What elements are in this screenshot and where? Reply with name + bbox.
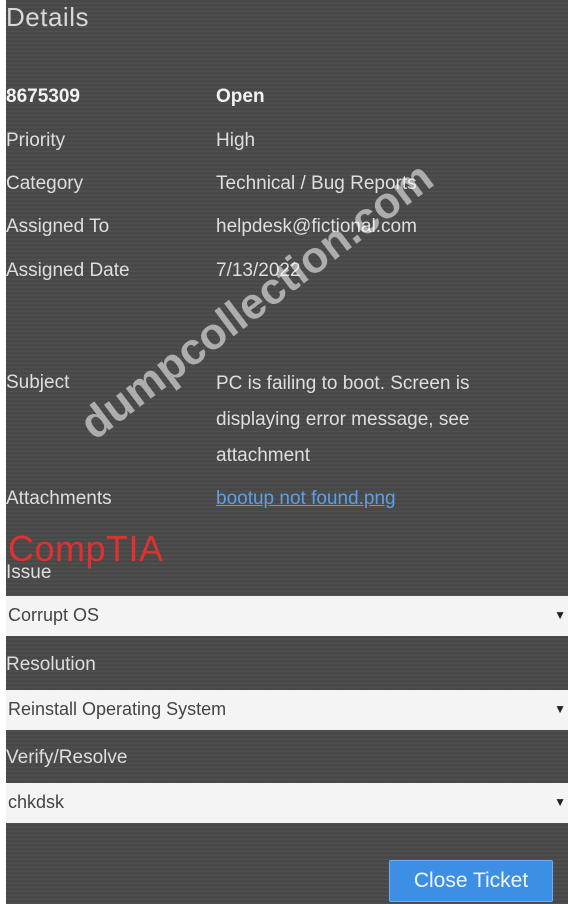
ticket-number: 8675309 bbox=[6, 86, 80, 107]
panel-title: Details bbox=[6, 2, 89, 32]
caret-down-icon: ▼ bbox=[554, 702, 566, 716]
verify-resolve-label: Verify/Resolve bbox=[6, 747, 128, 768]
category-label: Category bbox=[6, 173, 84, 194]
issue-label: Issue bbox=[6, 562, 52, 583]
attachments-label: Attachments bbox=[6, 488, 112, 509]
subject-label: Subject bbox=[6, 372, 70, 393]
caret-down-icon: ▼ bbox=[554, 608, 566, 622]
resolution-label: Resolution bbox=[6, 654, 96, 675]
verify-selected-value: chkdsk bbox=[8, 792, 65, 812]
priority-label: Priority bbox=[6, 130, 66, 151]
resolution-select[interactable]: Reinstall Operating System ▼ bbox=[6, 690, 568, 730]
close-ticket-button[interactable]: Close Ticket bbox=[389, 860, 553, 902]
subject-value: PC is failing to boot. Screen is display… bbox=[216, 373, 470, 466]
ticket-status: Open bbox=[216, 86, 265, 107]
assigned-to-label: Assigned To bbox=[6, 216, 110, 237]
ticket-details-panel: Details 8675309 Open Priority High Categ… bbox=[6, 0, 568, 904]
assigned-date-label: Assigned Date bbox=[6, 260, 130, 281]
issue-selected-value: Corrupt OS bbox=[8, 605, 100, 625]
priority-value: High bbox=[216, 130, 256, 151]
issue-select[interactable]: Corrupt OS ▼ bbox=[6, 596, 568, 636]
verify-resolve-select[interactable]: chkdsk ▼ bbox=[6, 783, 568, 823]
resolution-selected-value: Reinstall Operating System bbox=[8, 699, 227, 719]
attachment-link[interactable]: bootup not found.png bbox=[216, 488, 396, 510]
caret-down-icon: ▼ bbox=[554, 795, 566, 809]
